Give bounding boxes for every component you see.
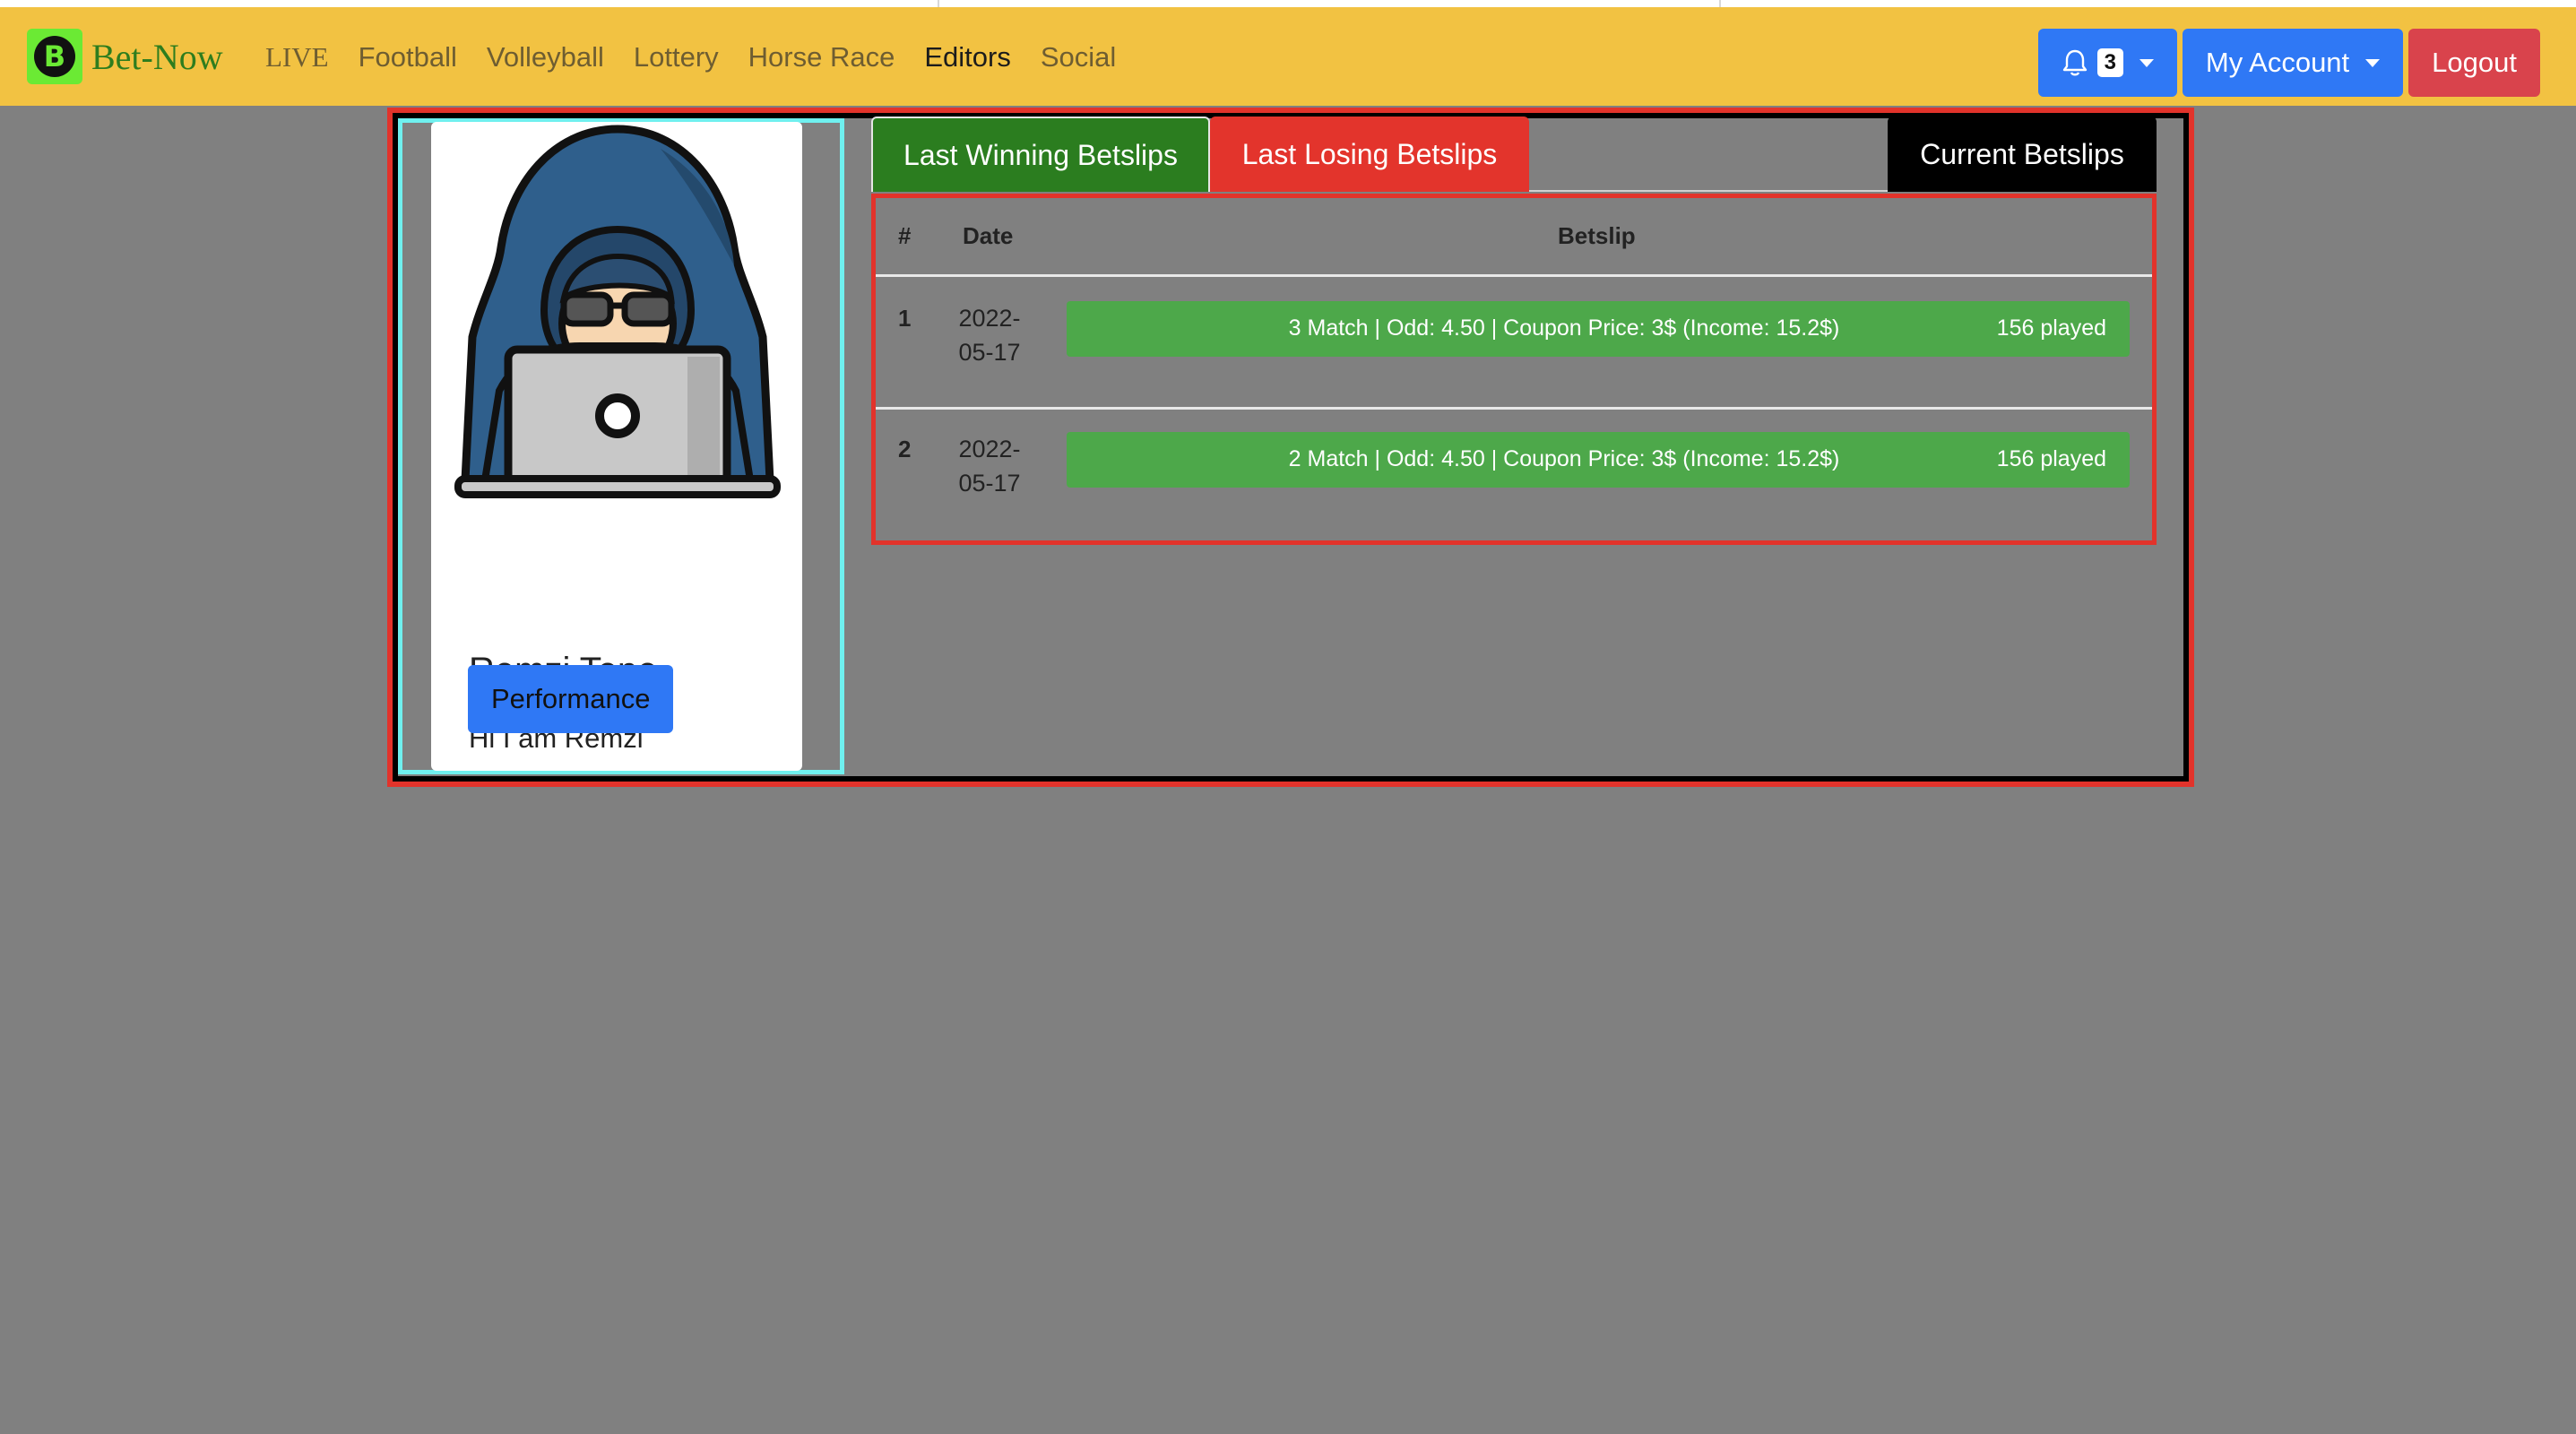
nav-links: LIVE Football Volleyball Lottery Horse R… bbox=[265, 41, 1145, 73]
notification-count-badge: 3 bbox=[2096, 48, 2123, 77]
tab-last-losing-betslips[interactable]: Last Losing Betslips bbox=[1210, 117, 1529, 192]
nav-link-live[interactable]: LIVE bbox=[265, 41, 329, 73]
row-date: 2022- 05-17 bbox=[958, 436, 1021, 497]
nav-link-volleyball[interactable]: Volleyball bbox=[487, 41, 604, 73]
tab-current-betslips[interactable]: Current Betslips bbox=[1888, 117, 2157, 192]
table-header-betslip: Betslip bbox=[1558, 222, 1636, 249]
nav-link-lottery[interactable]: Lottery bbox=[634, 41, 719, 73]
betslip-description: 2 Match | Odd: 4.50 | Coupon Price: 3$ (… bbox=[1288, 446, 1840, 471]
row-number: 1 bbox=[898, 305, 912, 332]
betslips-table bbox=[871, 194, 2157, 545]
my-account-label: My Account bbox=[2205, 47, 2350, 78]
betslip-bar[interactable]: 2 Match | Odd: 4.50 | Coupon Price: 3$ (… bbox=[1067, 432, 2130, 488]
bell-icon bbox=[2062, 48, 2088, 77]
nav-link-editors[interactable]: Editors bbox=[924, 41, 1010, 73]
table-header-date: Date bbox=[963, 222, 1014, 249]
chevron-down-icon bbox=[2365, 58, 2381, 67]
betslip-played-count: 156 played bbox=[1996, 446, 2106, 471]
betslip-played-count: 156 played bbox=[1996, 315, 2106, 341]
nav-link-social[interactable]: Social bbox=[1041, 41, 1116, 73]
brand[interactable]: B Bet-Now bbox=[27, 29, 223, 84]
betslip-description: 3 Match | Odd: 4.50 | Coupon Price: 3$ (… bbox=[1288, 315, 1840, 341]
nav-right: 3 My Account Logout bbox=[2037, 29, 2540, 97]
nav-link-horse-race[interactable]: Horse Race bbox=[748, 41, 895, 73]
tab-divider bbox=[1529, 190, 1888, 192]
nav-link-football[interactable]: Football bbox=[359, 41, 457, 73]
navbar: B Bet-Now LIVE Football Volleyball Lotte… bbox=[0, 7, 2576, 106]
brand-logo-icon: B bbox=[27, 29, 82, 84]
row-number: 2 bbox=[898, 436, 912, 462]
performance-button[interactable]: Performance bbox=[468, 665, 674, 733]
brand-name: Bet-Now bbox=[91, 36, 223, 77]
browser-top-strip bbox=[0, 0, 2576, 7]
table-header-divider bbox=[876, 274, 2152, 277]
logout-button[interactable]: Logout bbox=[2408, 29, 2540, 97]
table-row-divider bbox=[876, 407, 2152, 410]
my-account-dropdown-button[interactable]: My Account bbox=[2182, 29, 2404, 97]
tab-last-winning-betslips[interactable]: Last Winning Betslips bbox=[871, 117, 1210, 192]
brand-logo-letter: B bbox=[34, 36, 75, 77]
chevron-down-icon bbox=[2139, 58, 2154, 67]
betslip-bar[interactable]: 3 Match | Odd: 4.50 | Coupon Price: 3$ (… bbox=[1067, 301, 2130, 357]
notifications-dropdown-button[interactable]: 3 bbox=[2037, 29, 2177, 97]
hacker-avatar-icon bbox=[454, 125, 781, 498]
row-date: 2022- 05-17 bbox=[958, 305, 1021, 366]
table-header-number: # bbox=[898, 222, 912, 249]
